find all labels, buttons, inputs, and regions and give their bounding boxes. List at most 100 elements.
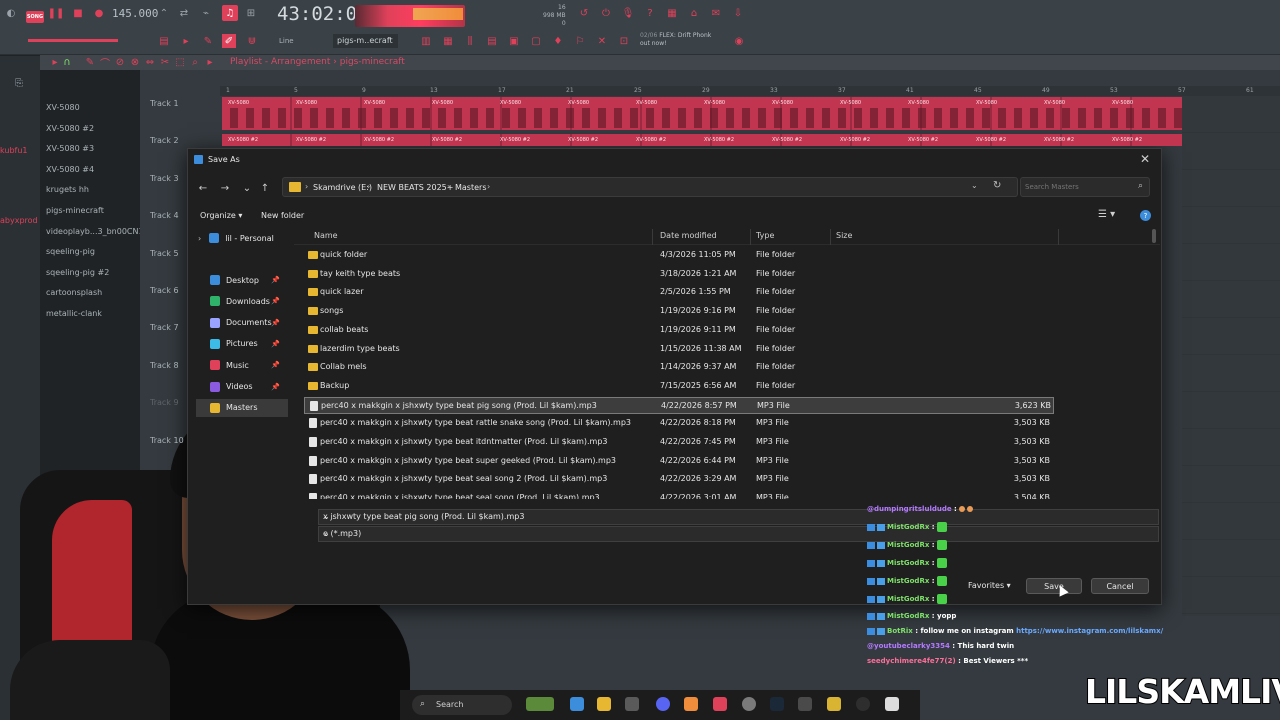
tempo-display[interactable]: 145.000 (112, 7, 158, 20)
file-row[interactable]: perc40 x makkgin x jshxwty type beat sea… (304, 471, 1054, 488)
browser-item[interactable]: krugets hh (46, 185, 89, 194)
draw-icon[interactable]: ✎ (85, 57, 95, 68)
plugin-icon[interactable]: ▦ (666, 7, 678, 19)
new-folder-button[interactable]: New folder (261, 211, 304, 220)
file-row[interactable]: lazerdim type beats 1/15/2026 11:38 AM Fil… (304, 341, 1054, 358)
column-type[interactable]: Type (756, 231, 774, 240)
close-icon[interactable]: ✕ (1137, 151, 1153, 167)
nav-item[interactable]: Videos 📌 (196, 378, 288, 396)
playback-icon[interactable]: ▸ (205, 57, 215, 68)
back-arrow-icon[interactable]: ← (196, 181, 210, 195)
loop-record-icon[interactable]: ⇄ (178, 7, 190, 19)
column-divider[interactable] (830, 229, 831, 245)
file-row[interactable]: quick folder 4/3/2026 11:05 PM File folder (304, 247, 1054, 264)
select-icon[interactable]: ⬚ (175, 57, 185, 68)
browser-item[interactable]: videoplayb...3_bn00CN1 (46, 227, 144, 236)
file-row[interactable]: perc40 x makkgin x jshxwty type beat rat… (304, 415, 1054, 432)
channel-rack-icon[interactable]: ▥ (420, 36, 432, 47)
nav-item[interactable]: Pictures 📌 (196, 335, 288, 353)
browser-item[interactable]: metallic-clank (46, 309, 102, 318)
wait-input-icon[interactable]: ⊞ (244, 7, 258, 19)
file-row[interactable]: songs 1/19/2026 9:16 PM File folder (304, 303, 1054, 320)
plugin-picker-icon[interactable]: ▣ (508, 36, 520, 47)
slip-icon[interactable]: ⇔ (145, 57, 155, 68)
chat-icon[interactable]: ✉ (710, 7, 722, 19)
app-icon-2[interactable] (827, 697, 841, 711)
pause-icon[interactable]: ❚❚ (48, 7, 65, 19)
browser-item[interactable]: XV-5080 #4 (46, 165, 94, 174)
track-label[interactable]: Track 5 (150, 249, 179, 258)
store-icon[interactable]: ⌂ (688, 7, 700, 19)
column-size[interactable]: Size (836, 231, 852, 240)
timeline-ruler[interactable] (220, 86, 1280, 96)
store-app-icon[interactable] (625, 697, 639, 711)
nav-item[interactable]: Music 📌 (196, 356, 288, 374)
app-icon[interactable] (798, 697, 812, 711)
file-row[interactable]: perc40 x makkgin x jshxwty type beat sup… (304, 453, 1054, 470)
file-row[interactable]: tay keith type beats 3/18/2026 1:21 AM Fil… (304, 266, 1054, 283)
piano-roll-icon[interactable]: ▦ (442, 36, 454, 47)
playlist-icon[interactable]: ▤ (158, 36, 170, 47)
file-row[interactable]: Collab mels 1/14/2026 9:37 AM File folder (304, 359, 1054, 376)
browser-item[interactable]: pigs-minecraft (46, 206, 104, 215)
refresh-icon[interactable]: ↻ (993, 180, 1001, 191)
arrangement-grid[interactable] (1182, 96, 1280, 616)
browser-item[interactable]: cartoonsplash (46, 288, 102, 297)
plugin-database-icon[interactable]: ⚐ (574, 36, 586, 47)
brush-icon[interactable]: ✐ (222, 34, 236, 48)
breadcrumb-drive[interactable]: Skamdrive (E:) (313, 183, 372, 192)
mic-icon[interactable]: 🎙 (622, 7, 635, 19)
breadcrumb-current[interactable]: Masters (455, 183, 487, 192)
paint-icon[interactable]: ⌒ (100, 57, 110, 70)
song-mode-button[interactable]: SONG (26, 11, 44, 23)
undo-icon[interactable]: ↺ (578, 7, 590, 19)
record-notes-icon[interactable]: ◉ (733, 36, 745, 47)
delete-icon[interactable]: ⊘ (115, 57, 125, 68)
tools-icon[interactable]: ✕ (596, 36, 608, 47)
track-label[interactable]: Track 10 (150, 436, 184, 445)
pencil-icon[interactable]: ✎ (202, 36, 214, 47)
scrollbar[interactable] (1152, 229, 1156, 243)
breadcrumb-folder[interactable]: NEW BEATS 2025+ (377, 183, 453, 192)
help-icon[interactable]: ? (1140, 210, 1151, 221)
browser-icon[interactable]: ▤ (486, 36, 498, 47)
address-dropdown-icon[interactable]: ⌄ (971, 181, 978, 190)
recent-locations-icon[interactable]: ⌄ (240, 181, 254, 195)
column-divider[interactable] (652, 229, 653, 245)
up-arrow-icon[interactable]: ↑ (258, 181, 272, 195)
forward-arrow-icon[interactable]: → (218, 181, 232, 195)
playlist-menu-icon[interactable]: ▸ (50, 57, 60, 68)
view-options-icon[interactable]: ☰ ▾ (1098, 209, 1115, 220)
nav-item[interactable]: Downloads 📌 (196, 292, 288, 310)
brave-icon[interactable] (713, 697, 727, 711)
zoom-icon[interactable]: ⌕ (190, 57, 200, 68)
chat-link[interactable]: https://www.instagram.com/lilskamx/ (1016, 627, 1163, 635)
browser-item[interactable]: XV-5080 #3 (46, 144, 94, 153)
nav-item[interactable]: Documents 📌 (196, 314, 288, 332)
fl-logo-icon[interactable]: ◐ (4, 6, 18, 20)
mute-icon[interactable]: ⊗ (130, 57, 140, 68)
track-label[interactable]: Track 1 (150, 99, 179, 108)
organize-menu[interactable]: Organize ▾ (200, 211, 242, 220)
column-name[interactable]: Name (314, 231, 338, 240)
file-explorer-icon[interactable] (597, 697, 611, 711)
column-date[interactable]: Date modified (660, 231, 717, 240)
download-icon[interactable]: ⇩ (732, 7, 744, 19)
mixer-icon[interactable]: ⫼ (464, 36, 476, 47)
search-input[interactable] (1025, 181, 1135, 193)
file-row[interactable]: perc40 x makkgin x jshxwty type beat itd… (304, 434, 1054, 451)
next-icon[interactable]: ▸ (180, 36, 192, 47)
steam-icon[interactable] (770, 697, 784, 711)
step-edit-icon[interactable]: ⌁ (200, 7, 212, 19)
copilot-icon[interactable] (570, 697, 584, 711)
file-row[interactable]: perc40 x makkgin x jshxwty type beat sea… (304, 490, 1054, 499)
fl-studio-icon[interactable] (684, 697, 698, 711)
address-bar[interactable]: › Skamdrive (E:) › NEW BEATS 2025+ › Mas… (282, 177, 1018, 197)
widgets-icon[interactable] (526, 697, 554, 711)
search-field[interactable]: ⌕ (1020, 177, 1150, 197)
nav-item[interactable]: Masters (196, 398, 288, 417)
column-divider[interactable] (750, 229, 751, 245)
column-divider[interactable] (1058, 229, 1059, 245)
taskbar-search[interactable]: ⌕ Search (412, 695, 512, 715)
browser-item[interactable]: XV-5080 #2 (46, 124, 94, 133)
